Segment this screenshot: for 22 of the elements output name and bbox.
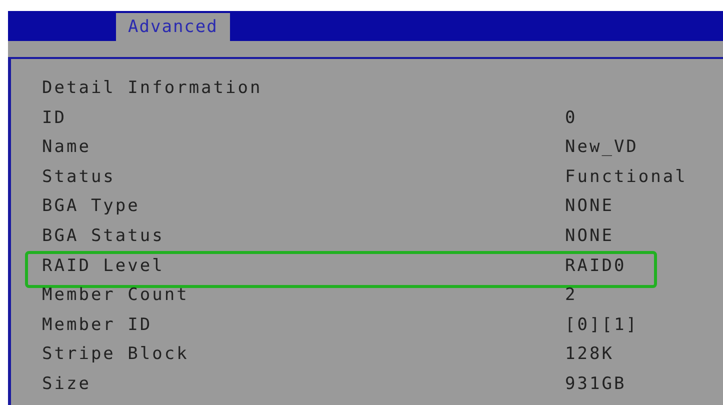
field-value: New_VD (565, 136, 638, 160)
field-label: Status (42, 166, 116, 189)
section-heading: Detail Information (42, 77, 262, 100)
field-value: 2 (565, 284, 578, 308)
field-value: RAID0 (565, 254, 626, 278)
field-value: [0][1] (565, 314, 638, 337)
field-value: 0 (565, 106, 578, 130)
menu-tab[interactable]: Advanced (116, 13, 230, 41)
field-value: 128K (565, 343, 614, 366)
field-label: Member Count (42, 284, 190, 308)
field-label: Size (42, 372, 92, 396)
field-value: NONE (565, 224, 614, 248)
field-value: NONE (565, 195, 614, 218)
field-label: ID (42, 106, 68, 130)
field-label: RAID Level (42, 254, 166, 278)
field-label: Name (42, 136, 92, 160)
field-label: Stripe Block (42, 343, 190, 366)
field-label: BGA Type (42, 195, 141, 218)
field-value: Functional (565, 166, 688, 189)
field-label: Member ID (42, 314, 154, 337)
field-value: 931GB (565, 372, 626, 396)
field-label: BGA Status (42, 224, 166, 248)
